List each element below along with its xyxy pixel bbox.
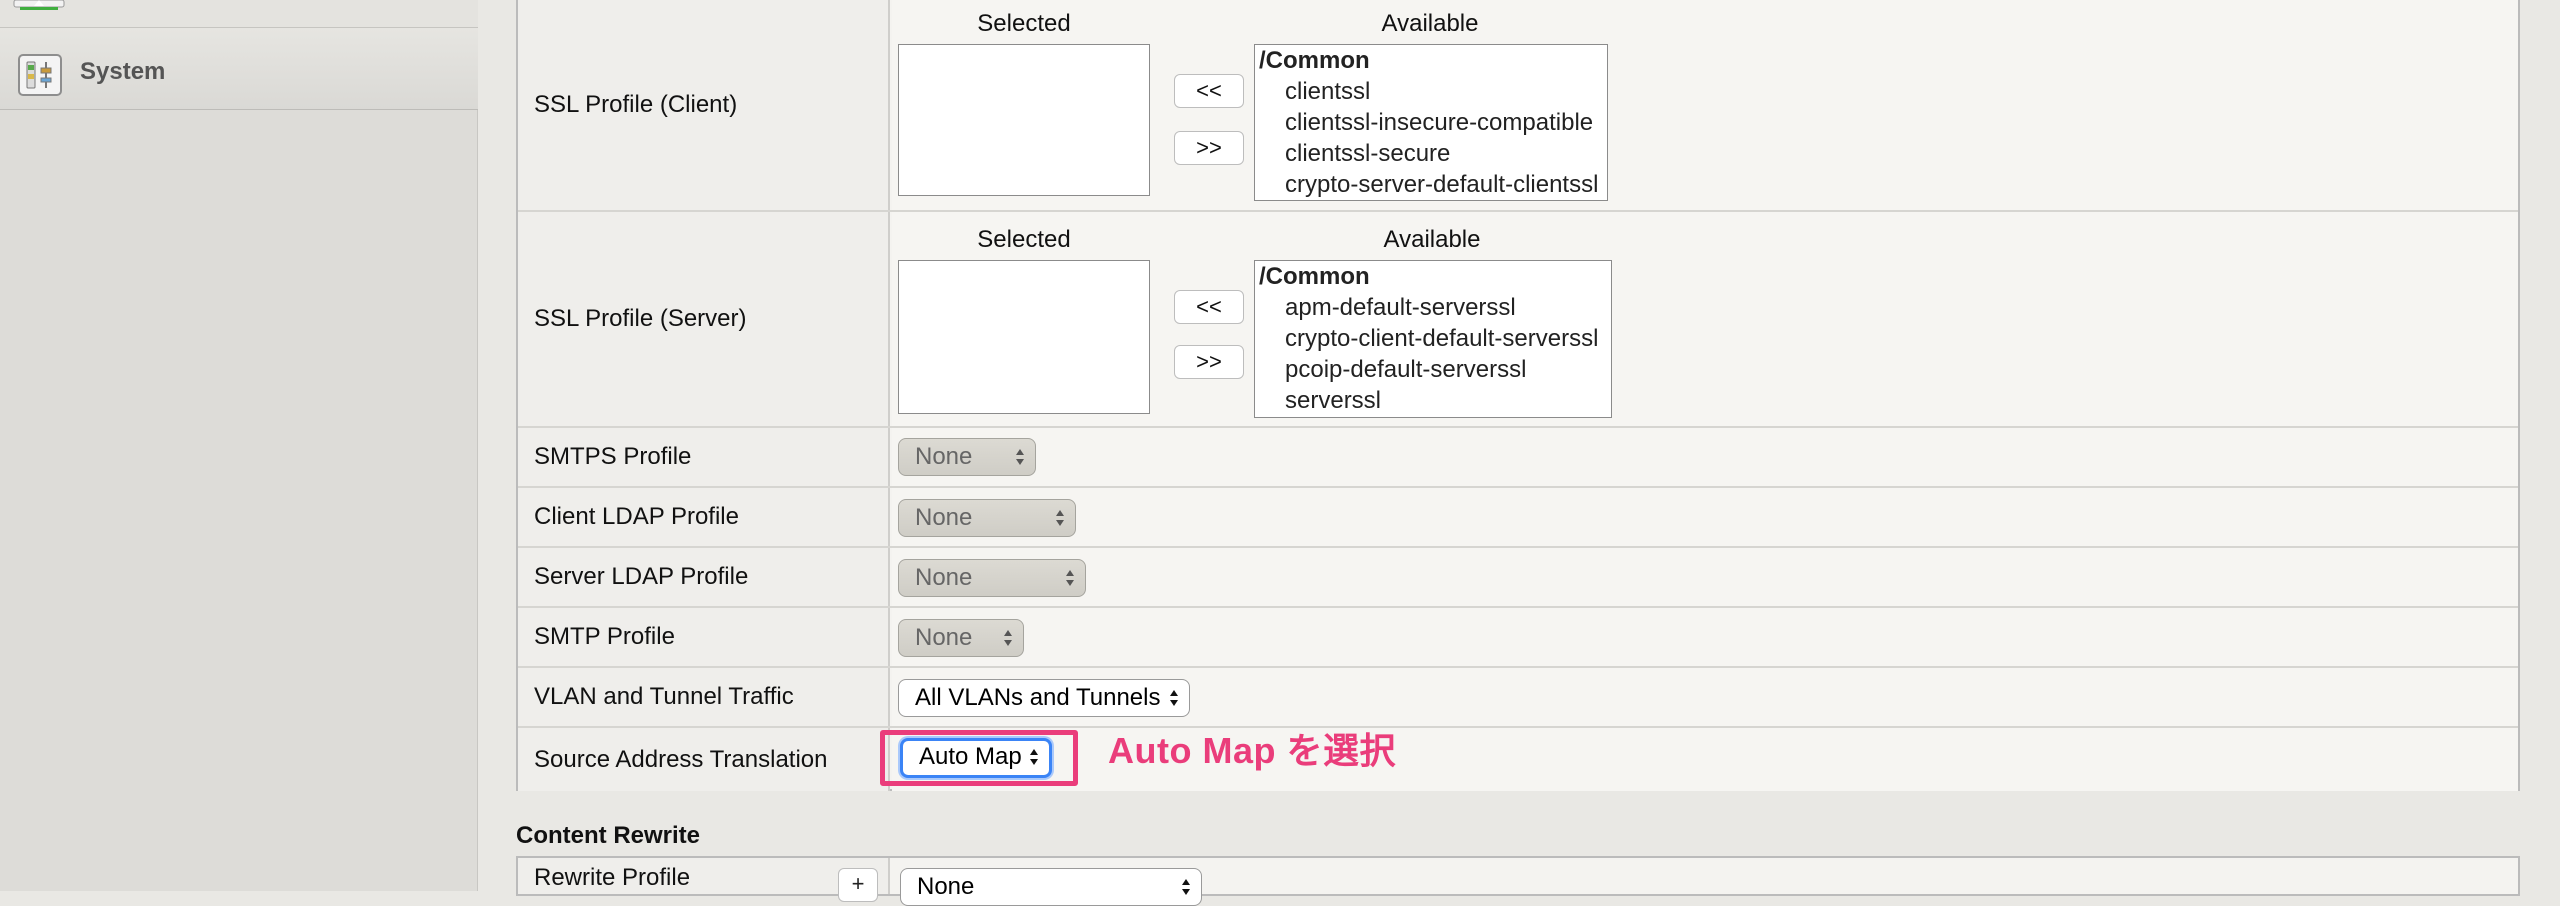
ssl-client-available-list[interactable]: /Common clientssl clientssl-insecure-com… bbox=[1254, 44, 1608, 201]
section-title-content-rewrite: Content Rewrite bbox=[516, 822, 701, 849]
select-value: None bbox=[915, 504, 973, 531]
select-value: None bbox=[915, 443, 973, 470]
available-header: Available bbox=[1383, 226, 1481, 253]
select-value: None bbox=[915, 624, 973, 651]
sidebar-item-system[interactable]: System bbox=[0, 28, 478, 110]
server-ldap-profile-select[interactable]: None bbox=[898, 559, 1086, 597]
field-label: SMTPS Profile bbox=[534, 443, 692, 470]
select-value: None bbox=[917, 873, 975, 900]
move-right-button[interactable]: >> bbox=[1174, 131, 1244, 165]
list-group: /Common bbox=[1259, 47, 1370, 74]
row-server-ldap-profile: Server LDAP Profile None bbox=[518, 548, 2518, 608]
rewrite-profile-select[interactable]: None bbox=[900, 868, 1202, 906]
list-item[interactable]: clientssl-insecure-compatible bbox=[1255, 107, 1607, 138]
field-label: SMTP Profile bbox=[534, 623, 675, 650]
list-item[interactable]: apm-default-serverssl bbox=[1255, 292, 1611, 323]
list-group: /Common bbox=[1259, 263, 1370, 290]
select-arrows-icon bbox=[1016, 449, 1024, 465]
sidebar-item-previous[interactable] bbox=[0, 0, 478, 28]
field-label: SSL Profile (Server) bbox=[534, 305, 747, 332]
row-source-address-translation: Source Address Translation Auto Map bbox=[518, 728, 2518, 791]
select-arrows-icon bbox=[1170, 690, 1178, 706]
selected-header: Selected bbox=[977, 226, 1071, 253]
annotation-text: Auto Map を選択 bbox=[1108, 730, 1396, 771]
list-item[interactable]: clientssl-secure bbox=[1255, 138, 1607, 169]
client-ldap-profile-select[interactable]: None bbox=[898, 499, 1076, 537]
select-arrows-icon bbox=[1004, 630, 1012, 646]
list-item[interactable]: crypto-server-default-clientssl bbox=[1255, 169, 1607, 200]
move-left-button[interactable]: << bbox=[1174, 290, 1244, 324]
row-vlan-tunnel-traffic: VLAN and Tunnel Traffic All VLANs and Tu… bbox=[518, 668, 2518, 728]
row-smtp-profile: SMTP Profile None bbox=[518, 608, 2518, 668]
add-rewrite-profile-button[interactable]: + bbox=[838, 868, 878, 902]
row-smtps-profile: SMTPS Profile None bbox=[518, 428, 2518, 488]
field-label: SSL Profile (Client) bbox=[534, 91, 738, 118]
field-label: Source Address Translation bbox=[534, 745, 828, 773]
system-settings-icon bbox=[18, 54, 62, 96]
annotation-highlight-box bbox=[880, 730, 1078, 786]
field-label: Rewrite Profile bbox=[534, 864, 691, 891]
row-ssl-profile-client: SSL Profile (Client) Selected Available … bbox=[518, 0, 2518, 212]
ssl-server-selected-list[interactable] bbox=[898, 260, 1150, 414]
properties-table: SSL Profile (Client) Selected Available … bbox=[516, 0, 2520, 791]
available-header: Available bbox=[1381, 10, 1479, 37]
select-value: None bbox=[915, 564, 973, 591]
sidebar: System bbox=[0, 0, 478, 891]
smtps-profile-select[interactable]: None bbox=[898, 438, 1036, 476]
sidebar-item-label: System bbox=[80, 58, 166, 85]
field-label: Client LDAP Profile bbox=[534, 503, 739, 530]
field-label: Server LDAP Profile bbox=[534, 563, 749, 590]
field-label: VLAN and Tunnel Traffic bbox=[534, 683, 794, 710]
vlan-tunnel-select[interactable]: All VLANs and Tunnels bbox=[898, 679, 1190, 717]
content-rewrite-table: Rewrite Profile + None bbox=[516, 856, 2520, 906]
row-client-ldap-profile: Client LDAP Profile None bbox=[518, 488, 2518, 548]
row-ssl-profile-server: SSL Profile (Server) Selected Available … bbox=[518, 212, 2518, 428]
move-left-button[interactable]: << bbox=[1174, 74, 1244, 108]
list-item[interactable]: pcoip-default-serverssl bbox=[1255, 354, 1611, 385]
select-value: All VLANs and Tunnels bbox=[915, 684, 1161, 711]
selected-header: Selected bbox=[977, 10, 1071, 37]
select-arrows-icon bbox=[1182, 879, 1190, 895]
move-right-button[interactable]: >> bbox=[1174, 345, 1244, 379]
select-arrows-icon bbox=[1056, 510, 1064, 526]
ssl-server-available-list[interactable]: /Common apm-default-serverssl crypto-cli… bbox=[1254, 260, 1612, 418]
list-item[interactable]: serverssl bbox=[1255, 385, 1611, 416]
select-arrows-icon bbox=[1066, 570, 1074, 586]
list-item[interactable]: crypto-client-default-serverssl bbox=[1255, 323, 1611, 354]
list-item[interactable]: clientssl bbox=[1255, 76, 1607, 107]
network-icon bbox=[13, 0, 65, 10]
smtp-profile-select[interactable]: None bbox=[898, 619, 1024, 657]
ssl-client-selected-list[interactable] bbox=[898, 44, 1150, 196]
